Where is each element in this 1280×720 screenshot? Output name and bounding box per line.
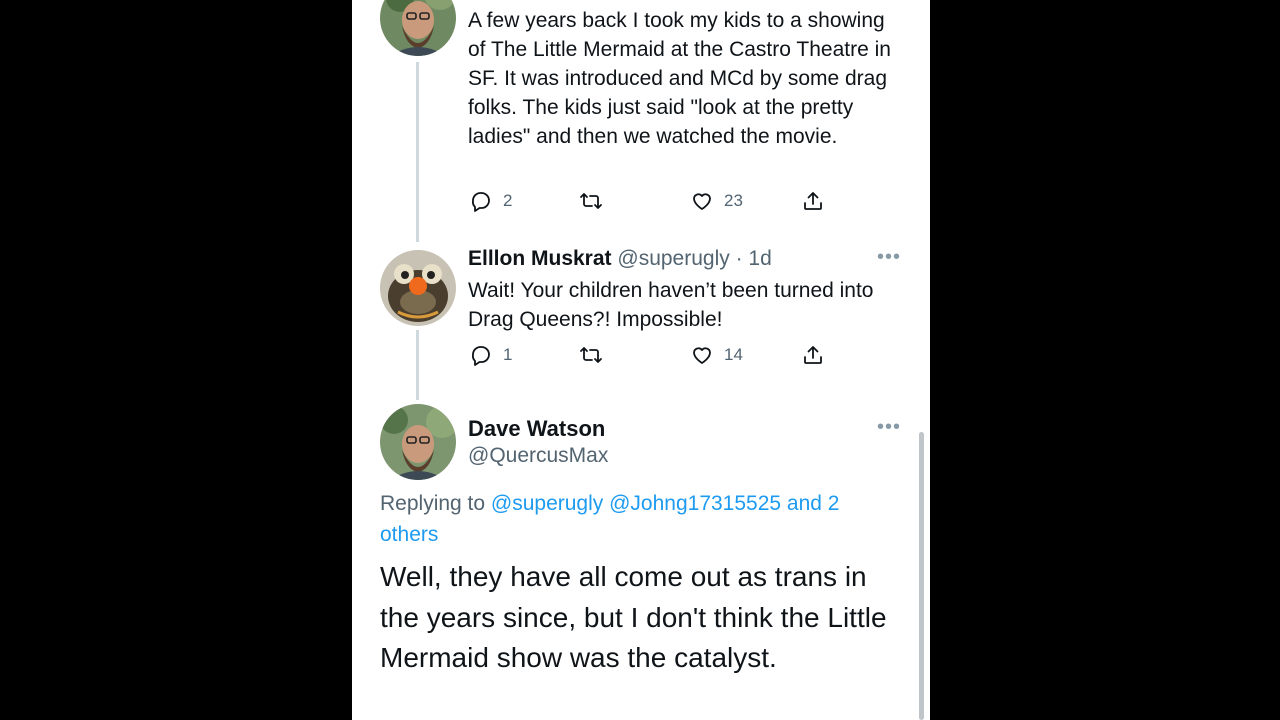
avatar[interactable] [380, 404, 456, 480]
heart-icon [693, 347, 711, 364]
share-button[interactable] [801, 343, 825, 367]
tweet-text: Wait! Your children haven’t been turned … [468, 279, 874, 331]
reply-button[interactable]: 1 [469, 343, 512, 367]
tweet-text: A few years back I took my kids to a sho… [468, 9, 891, 148]
retweet-icon [580, 193, 602, 209]
muppet-avatar-icon [380, 250, 456, 326]
tweet-meta: Elllon Muskrat @superugly · 1d [468, 246, 772, 272]
reply-icon [471, 346, 490, 366]
replying-to: Replying to @superugly @Johng17315525 an… [380, 488, 900, 550]
avatar[interactable] [380, 250, 456, 326]
reply-count: 1 [503, 345, 513, 364]
like-count: 23 [724, 191, 743, 210]
reply-count: 2 [503, 191, 513, 210]
retweet-button[interactable] [579, 189, 603, 213]
main-tweet-text: Well, they have all come out as trans in… [380, 561, 887, 673]
username[interactable]: @QuercusMax [468, 444, 608, 468]
scrollbar[interactable] [919, 432, 924, 720]
more-options-button[interactable]: ••• [877, 417, 901, 437]
thread-connector-line [416, 330, 419, 400]
reply-button[interactable]: 2 [469, 189, 512, 213]
like-button[interactable]: 23 [690, 189, 743, 213]
more-icon: ••• [877, 416, 902, 438]
display-name[interactable]: Elllon Muskrat [468, 247, 612, 270]
like-button[interactable]: 14 [690, 343, 743, 367]
replying-to-label: Replying to [380, 492, 486, 515]
display-name[interactable]: Dave Watson [468, 416, 605, 442]
share-icon [804, 192, 822, 210]
thread-connector-line [416, 62, 419, 242]
timestamp[interactable]: · 1d [736, 247, 772, 270]
like-count: 14 [724, 345, 743, 364]
retweet-icon [580, 347, 602, 363]
reply-icon [471, 192, 490, 212]
share-icon [804, 346, 822, 364]
share-button[interactable] [801, 189, 825, 213]
username[interactable]: @superugly [617, 247, 729, 270]
retweet-button[interactable] [579, 343, 603, 367]
user-avatar-icon [380, 404, 456, 480]
more-options-button[interactable]: ••• [877, 247, 901, 267]
more-icon: ••• [877, 246, 902, 268]
heart-icon [693, 193, 711, 210]
